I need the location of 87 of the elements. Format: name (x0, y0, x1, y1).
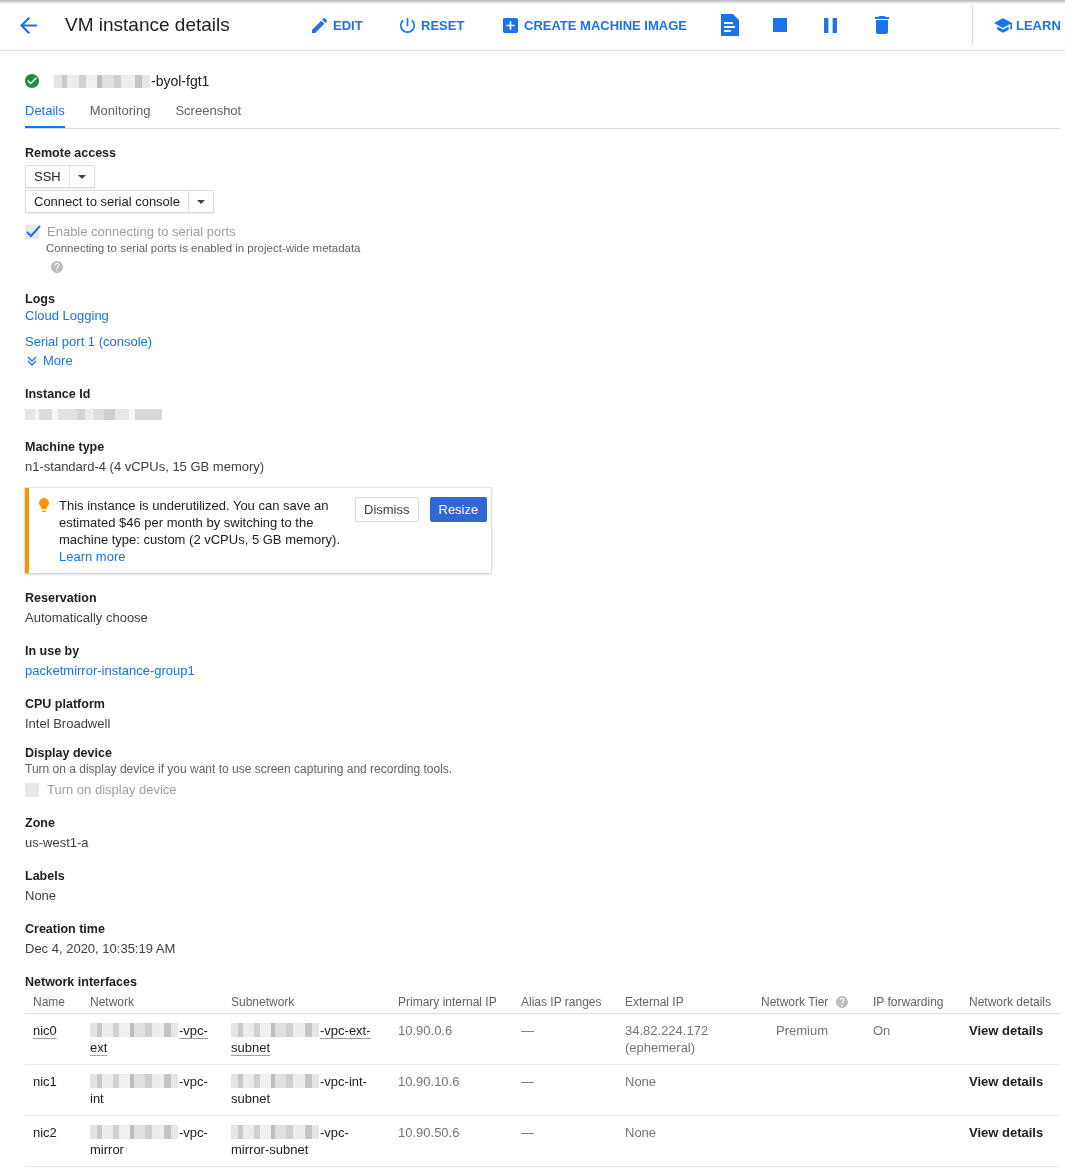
column-header: Alias IP ranges (521, 995, 602, 1009)
ip-address: None (625, 1074, 657, 1089)
field-value: n1-standard-4 (4 vCPUs, 15 GB memory) (25, 458, 265, 476)
network-link[interactable]: -vpc-ext (90, 1022, 215, 1056)
resize-button[interactable]: Resize (429, 497, 488, 522)
tab[interactable]: Screenshot (175, 100, 242, 128)
ip-address: 34.82.224.172 (ephemeral) (625, 1023, 709, 1055)
edit-button[interactable]: EDIT (312, 17, 363, 33)
plus-box-icon (503, 17, 518, 33)
interface-link[interactable]: nic0 (33, 1023, 57, 1038)
field-label: Reservation (25, 590, 97, 606)
caret-down-icon (197, 199, 205, 204)
dropdown-button[interactable] (69, 165, 95, 188)
table-cell: Premium (776, 1023, 828, 1038)
page-title: VM instance details (65, 14, 231, 36)
checkbox-label: Enable connecting to serial ports (47, 223, 236, 239)
instance-group-link[interactable]: packetmirror-instance-group1 (25, 661, 195, 680)
ssh-button[interactable]: SSH (25, 165, 70, 188)
reset-button[interactable]: RESET (400, 17, 465, 33)
field-label: Instance Id (25, 386, 91, 402)
field-label: Remote access (25, 145, 117, 161)
field-value: Intel Broadwell (25, 715, 111, 733)
hint-text: Connecting to serial ports is enabled in project-wide metadata (46, 241, 361, 256)
ip-address: 10.90.0.6 (398, 1023, 453, 1038)
field-label: Machine type (25, 439, 105, 455)
lightbulb-icon (39, 498, 49, 512)
table-cell: On (873, 1023, 891, 1038)
cloud-logging-link[interactable]: Cloud Logging (25, 307, 109, 324)
field-label: Labels (25, 868, 65, 884)
network-link[interactable]: -vpc-mirror (90, 1124, 215, 1158)
field-label: CPU platform (25, 696, 105, 712)
network-link[interactable]: -vpc-int (90, 1073, 215, 1107)
subnetwork-link[interactable]: -vpc-ext-subnet (231, 1022, 382, 1056)
field-label: In use by (25, 643, 80, 659)
table-cell: — (521, 1125, 534, 1140)
column-header: Network Tier (761, 995, 829, 1009)
ip-address: 10.90.10.6 (398, 1074, 460, 1089)
recommendation-text: This instance is underutilized. You can save an estimated $46 per month by switching to the machine type: custom (2 vCPUs, 5 GB memory). (59, 497, 342, 548)
ip-address: None (625, 1125, 657, 1140)
double-chevron-icon (27, 355, 37, 366)
pencil-icon (312, 17, 327, 33)
dismiss-button[interactable]: Dismiss (355, 497, 419, 522)
column-header: Network details (969, 995, 1052, 1009)
serial-console-button[interactable]: Connect to serial console (25, 190, 189, 213)
table-cell: — (521, 1023, 534, 1038)
interface-link[interactable]: nic1 (33, 1074, 57, 1089)
graduation-cap-icon (994, 17, 1012, 33)
pause-icon[interactable] (824, 17, 837, 33)
dropdown-button[interactable] (189, 190, 214, 213)
view-details-link[interactable]: View details (969, 1074, 1044, 1089)
caret-down-icon (77, 174, 86, 179)
delete-icon[interactable] (875, 16, 889, 34)
column-header: Subnetwork (231, 995, 295, 1009)
field-label: Display device (25, 745, 112, 761)
learn-more-link[interactable]: Learn more (59, 548, 126, 565)
learn-button[interactable]: LEARN (994, 17, 1061, 33)
serial-port-link[interactable]: Serial port 1 (console) (25, 333, 153, 350)
view-details-link[interactable]: View details (969, 1023, 1044, 1038)
table-cell: — (521, 1074, 534, 1089)
column-header: Network (90, 995, 134, 1009)
field-value: us-west1-a (25, 834, 89, 852)
ip-address: 10.90.50.6 (398, 1125, 460, 1140)
view-details-link[interactable]: View details (969, 1125, 1044, 1140)
instance-name: -byol-fgt1 (54, 73, 210, 89)
column-header: Primary internal IP (398, 995, 497, 1009)
document-icon[interactable] (720, 14, 740, 36)
create-machine-image-button[interactable]: CREATE MACHINE IMAGE (503, 17, 687, 33)
hint-text: Turn on a display device if you want to use screen capturing and recording tools. (25, 762, 453, 777)
subnetwork-link[interactable]: -vpc-int-subnet (231, 1073, 382, 1107)
tab[interactable]: Monitoring (89, 100, 151, 128)
subnetwork-link[interactable]: -vpc-mirror-subnet (231, 1124, 382, 1158)
tab[interactable]: Details (25, 100, 65, 128)
more-link[interactable]: More (25, 352, 73, 369)
column-header: External IP (625, 995, 684, 1009)
column-header: IP forwarding (873, 995, 944, 1009)
field-label: Network interfaces (25, 974, 137, 990)
field-value: None (25, 887, 57, 905)
interface-link[interactable]: nic2 (33, 1125, 57, 1140)
field-value: Dec 4, 2020, 10:35:19 AM (25, 940, 176, 958)
power-icon (400, 17, 415, 33)
back-arrow-icon[interactable] (20, 16, 37, 34)
checkbox-label: Turn on display device (47, 781, 177, 797)
field-label: Zone (25, 815, 55, 831)
field-value: Automatically choose (25, 609, 148, 627)
field-label: Logs (25, 291, 55, 307)
field-label: Creation time (25, 921, 105, 937)
column-header: Name (33, 995, 65, 1009)
